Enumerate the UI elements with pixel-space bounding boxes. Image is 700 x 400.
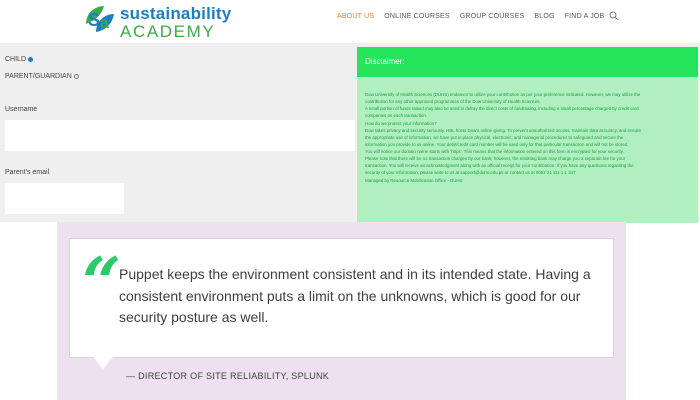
svg-text:a: a xyxy=(100,15,109,32)
username-input[interactable] xyxy=(5,120,355,151)
site-header: S a sustainability ACADEMY ABOUT US ONLI… xyxy=(0,0,700,44)
testimonial-author: — DIRECTOR OF SITE RELIABILITY, SPLUNK xyxy=(126,371,330,381)
disclaimer-line: companies on each transaction. xyxy=(365,113,427,119)
disclaimer-line: contribution for any other approved prog… xyxy=(365,99,541,105)
parent-label: PARENT/GUARDIAN xyxy=(5,73,72,80)
nav-about-us[interactable]: ABOUT US xyxy=(337,13,374,20)
quote-mark-icon: “ xyxy=(82,243,122,323)
disclaimer-header xyxy=(357,47,698,77)
disclaimer-line: the appropriate use of information, we h… xyxy=(365,134,624,140)
child-radio[interactable] xyxy=(28,57,34,62)
logo[interactable]: S a sustainability ACADEMY xyxy=(82,2,231,40)
parent-email-input[interactable] xyxy=(5,183,124,214)
disclaimer-line: Managed by Resource Mobilization Office … xyxy=(365,177,463,183)
username-label: Username xyxy=(5,106,38,113)
parent-email-label: Parent's email xyxy=(5,169,50,176)
logo-mark-icon: S a xyxy=(86,6,114,32)
testimonial-card-tail xyxy=(93,357,113,369)
nav-online-courses[interactable]: ONLINE COURSES xyxy=(384,13,449,20)
search-icon[interactable] xyxy=(609,11,619,21)
disclaimer-line: Please note that there will be no transa… xyxy=(365,156,626,162)
disclaimer-title: Disclaimer: xyxy=(365,57,405,66)
logo-text: sustainability ACADEMY xyxy=(120,2,231,40)
testimonial-quote: Puppet keeps the environment consistent … xyxy=(119,266,591,326)
disclaimer-line: How do we protect your information? xyxy=(365,120,437,126)
disclaimer-line: information you provide to us online. Yo… xyxy=(365,141,629,147)
disclaimer-line: Dow takes privacy and security seriously… xyxy=(365,127,641,133)
logo-text-bottom: ACADEMY xyxy=(120,22,216,41)
nav-blog[interactable]: BLOG xyxy=(534,13,554,20)
disclaimer-line: transaction. You will receive an acknowl… xyxy=(365,163,634,169)
disclaimer-line: security of your information, please wri… xyxy=(365,170,576,176)
nav-group-courses[interactable]: GROUP COURSES xyxy=(460,13,525,20)
svg-text:S: S xyxy=(88,10,100,30)
disclaimer-panel: Disclaimer: Dow University of Health Sci… xyxy=(357,47,698,223)
disclaimer-body: Dow University of Health Sciences (DUHS)… xyxy=(365,91,693,184)
nav-find-a-job[interactable]: FIND A JOB xyxy=(565,13,605,20)
child-label: CHILD xyxy=(5,56,27,63)
child-option[interactable]: CHILD xyxy=(5,56,34,63)
logo-text-top: sustainability xyxy=(120,4,232,23)
disclaimer-line: Dow University of Health Sciences (DUHS)… xyxy=(365,92,641,97)
disclaimer-line: You will notice our domain name starts w… xyxy=(365,149,624,154)
parent-option[interactable]: PARENT/GUARDIAN xyxy=(5,73,79,80)
page-root: S a sustainability ACADEMY ABOUT US ONLI… xyxy=(0,0,700,400)
disclaimer-line: A small portion of funds raised may also… xyxy=(365,106,639,112)
main-nav: ABOUT US ONLINE COURSES GROUP COURSES BL… xyxy=(337,13,604,20)
parent-radio[interactable] xyxy=(73,74,79,79)
